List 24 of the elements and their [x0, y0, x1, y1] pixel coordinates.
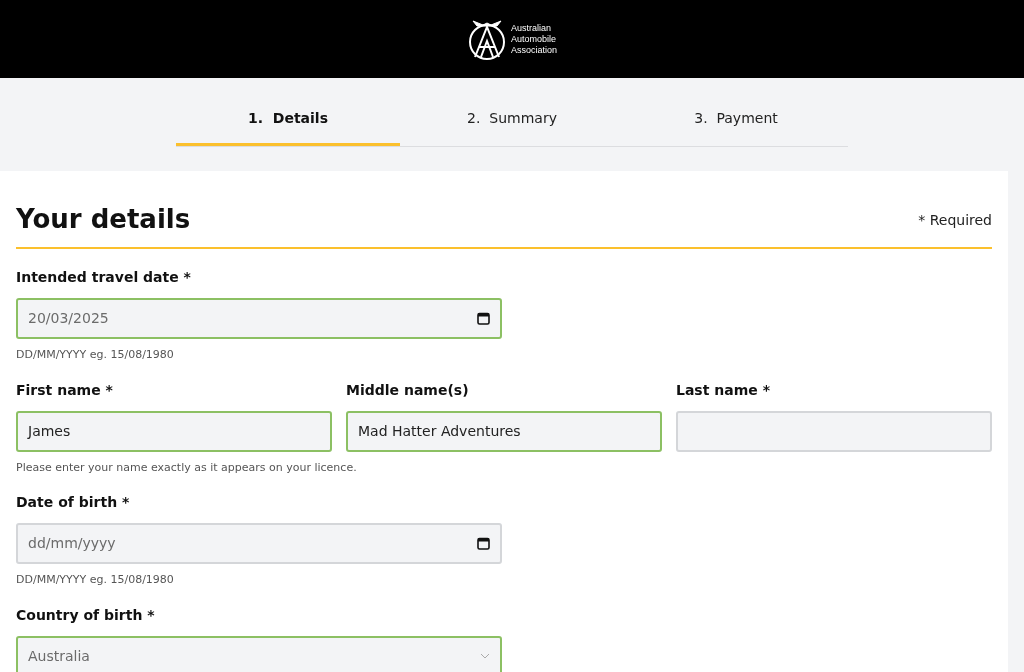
field-hint: DD/MM/YYYY eg. 15/08/1980: [16, 347, 175, 363]
step-tab[interactable]: 3. Payment: [624, 96, 848, 146]
date-field[interactable]: 20/03/2025: [16, 298, 502, 339]
field-label: Date of birth *: [16, 493, 131, 512]
logo-emblem-icon: [467, 17, 507, 61]
required-note: * Required: [918, 211, 992, 230]
date-field[interactable]: dd/mm/yyyy: [16, 523, 502, 564]
field-label: Intended travel date *: [16, 268, 192, 287]
field-label: Last name *: [676, 380, 771, 400]
page-title: Your details: [16, 203, 191, 236]
field-label: Middle name(s): [346, 380, 470, 400]
field-hint: DD/MM/YYYY eg. 15/08/1980: [16, 572, 175, 588]
country-select[interactable]: Australia: [16, 635, 502, 672]
text-field[interactable]: Mad Hatter Adventures: [346, 410, 662, 452]
logo-text: Australian Automobile Association: [511, 22, 557, 56]
step-tab[interactable]: 2. Summary: [400, 96, 624, 146]
text-field[interactable]: [676, 410, 992, 452]
step-tab[interactable]: 1. Details: [176, 96, 400, 146]
calendar-icon[interactable]: [477, 537, 490, 550]
text-field[interactable]: James: [16, 410, 332, 452]
field-label: Country of birth *: [16, 605, 156, 625]
calendar-icon[interactable]: [477, 312, 490, 325]
field-label: First name *: [16, 380, 114, 400]
field-hint: Please enter your name exactly as it appears on your licence.: [16, 459, 358, 476]
